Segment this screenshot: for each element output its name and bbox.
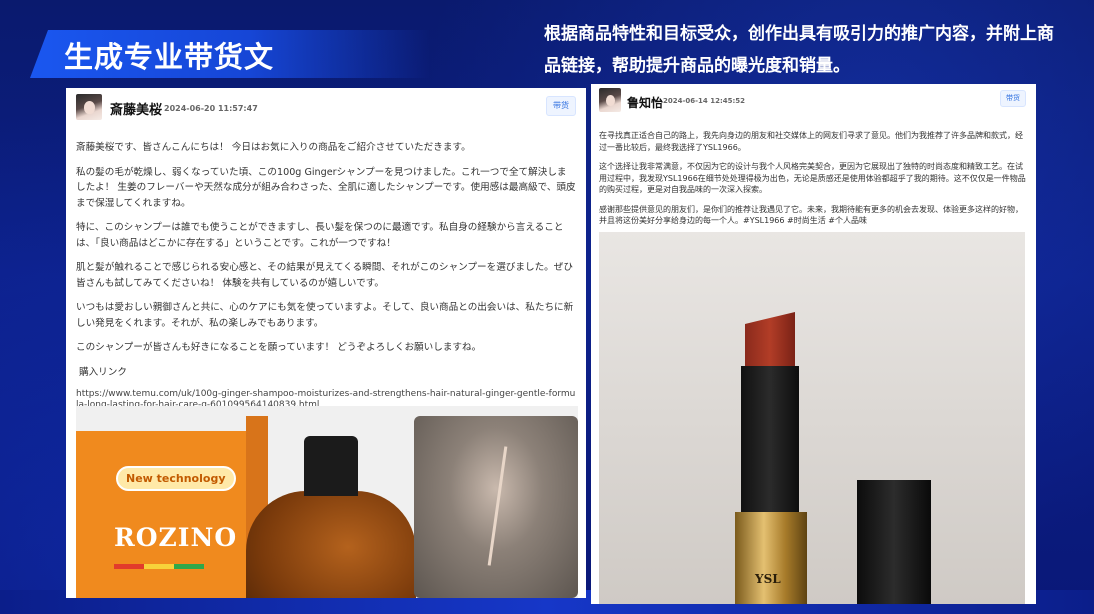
lipstick-cap bbox=[857, 480, 931, 604]
post-paragraph: 私の髪の毛が乾燥し、弱くなっていた頃、この100g Gingerシャンプーを見つ… bbox=[76, 166, 576, 209]
brand-logo-text: ROZINO bbox=[114, 523, 238, 552]
bottle-cap bbox=[304, 436, 358, 496]
slide-description: 根据商品特性和目标受众，创作出具有吸引力的推广内容，并附上商品链接，帮助提升商品… bbox=[544, 24, 1054, 76]
lipstick-tube bbox=[741, 366, 799, 516]
avatar[interactable] bbox=[76, 94, 102, 120]
post-card-left: 斎藤美桜 2024-06-20 11:57:47 带货 斎藤美桜です、皆さんこん… bbox=[66, 88, 586, 598]
product-image-lipstick[interactable]: YSL bbox=[599, 232, 1025, 604]
post-body: 在寻找真正适合自己的路上，我先向身边的朋友和社交媒体上的网友们寻求了意见。他们为… bbox=[591, 124, 1036, 227]
post-card-right: 鲁知怡 2024-06-14 12:45:52 带货 在寻找真正适合自己的路上，… bbox=[591, 84, 1036, 604]
post-header: 鲁知怡 2024-06-14 12:45:52 带货 bbox=[591, 84, 1036, 124]
tag-button[interactable]: 带货 bbox=[546, 96, 576, 116]
ysl-logo: YSL bbox=[755, 572, 781, 586]
post-paragraph: 特に、このシャンプーは誰でも使うことができますし、長い髪を保つのに最適です。私自… bbox=[76, 222, 564, 249]
shampoo-bottle bbox=[246, 491, 416, 598]
post-paragraph: 斎藤美桜です、皆さんこんにちは！ 今日はお気に入りの商品をご紹介させていただきま… bbox=[76, 142, 471, 153]
stripe-yellow bbox=[144, 564, 174, 569]
post-timestamp: 2024-06-14 12:45:52 bbox=[663, 97, 746, 105]
slide-title: 生成专业带货文 bbox=[64, 40, 275, 74]
post-paragraph: 肌と髪が触れることで感じられる安心感と、その結果が見えてくる瞬間、それがこのシャ… bbox=[76, 262, 573, 289]
user-name[interactable]: 鲁知怡 bbox=[627, 94, 663, 111]
stripe-green bbox=[174, 564, 204, 569]
post-timestamp: 2024-06-20 11:57:47 bbox=[164, 104, 258, 113]
lipstick-gold-band bbox=[735, 512, 807, 604]
lipstick-bullet bbox=[745, 312, 795, 372]
post-paragraph: いつもは愛おしい親御さんと共に、心のケアにも気を使っていますよ。そして、良い商品… bbox=[76, 302, 574, 329]
tag-button[interactable]: 带货 bbox=[1000, 90, 1026, 107]
post-paragraph: 在寻找真正适合自己的路上，我先向身边的朋友和社交媒体上的网友们寻求了意见。他们为… bbox=[599, 131, 1023, 152]
new-technology-badge: New technology bbox=[116, 466, 236, 491]
avatar[interactable] bbox=[599, 88, 621, 112]
post-header: 斎藤美桜 2024-06-20 11:57:47 带货 bbox=[66, 88, 586, 128]
post-body: 斎藤美桜です、皆さんこんにちは！ 今日はお気に入りの商品をご紹介させていただきま… bbox=[66, 128, 586, 411]
user-name[interactable]: 斎藤美桜 bbox=[110, 99, 162, 118]
stripe-red bbox=[114, 564, 144, 569]
product-box bbox=[76, 431, 246, 598]
purchase-link-label: 購入リンク bbox=[79, 366, 127, 378]
post-paragraph: 感谢那些提供意见的朋友们，是你们的推荐让我遇见了它。未来，我期待能有更多的机会去… bbox=[599, 204, 1023, 226]
product-image-shampoo[interactable]: New technology ROZINO bbox=[76, 406, 578, 598]
post-paragraph: このシャンプーが皆さんも好きになることを願っています！ どうぞよろしくお願いしま… bbox=[76, 342, 482, 353]
post-paragraph: 这个选择让我非常满意，不仅因为它的设计与我个人风格完美契合，更因为它展现出了独特… bbox=[599, 162, 1026, 194]
